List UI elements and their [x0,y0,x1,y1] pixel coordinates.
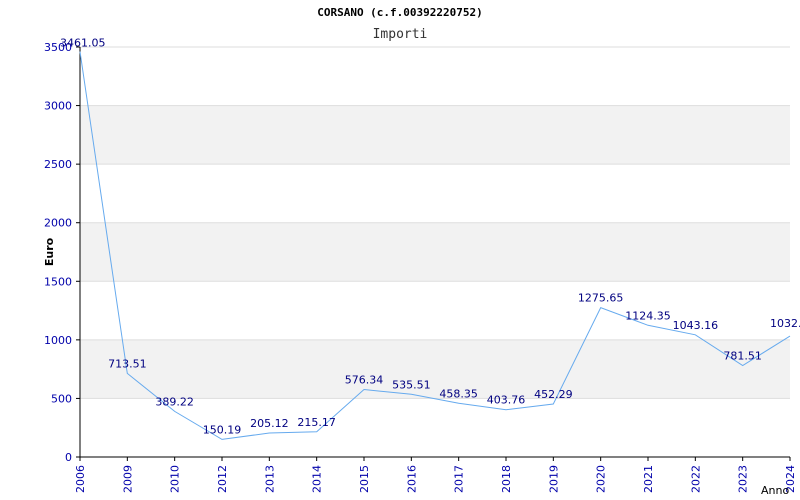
x-tick-label: 2009 [121,465,134,493]
x-tick-labels: 2006 2009 2010 2012 2013 2014 2015 2016 2017 2018… [74,465,797,493]
line-chart: 0500100015002000250030003500 2006 2009 201… [43,6,800,497]
grid-band [80,222,790,282]
data-label: 458.35 [439,387,478,400]
y-tick-label: 1000 [44,334,72,347]
grid-bands [80,105,790,399]
data-label: 150.19 [203,423,242,436]
data-label: 205.12 [250,417,289,430]
data-label: 576.34 [345,373,384,386]
data-label: 1275.65 [578,292,624,305]
data-label: 403.76 [487,394,526,407]
data-label: 781.51 [723,349,762,362]
data-label: 3461.05 [60,37,106,50]
chart-title: CORSANO (c.f.00392220752) [317,6,483,19]
x-tick-label: 2012 [216,465,229,493]
y-tick-label: 1500 [44,275,72,288]
data-label: 389.22 [155,395,194,408]
x-tick-label: 2022 [689,465,702,493]
x-axis-label: Anno [761,484,789,497]
grid-band [80,105,790,165]
y-tick-label: 3000 [44,100,72,113]
x-tick-label: 2014 [311,465,324,493]
y-tick-label: 2000 [44,217,72,230]
x-tick-label: 2013 [263,465,276,493]
data-label: 452.29 [534,388,573,401]
x-tick-label: 2006 [74,465,87,493]
x-tick-label: 2018 [500,465,513,493]
data-label: 215.17 [297,416,336,429]
y-axis-label: Euro [43,237,56,266]
x-tick-label: 2021 [642,465,655,493]
grid-band [80,339,790,399]
y-tick-label: 2500 [44,158,72,171]
x-tick-label: 2010 [169,465,182,493]
y-tick-label: 500 [51,392,72,405]
x-tick-label: 2015 [358,465,371,493]
x-tick-label: 2023 [737,465,750,493]
chart-subtitle: Importi [373,27,428,42]
data-label: 1124.35 [625,309,671,322]
y-tick-label: 0 [65,451,72,464]
data-label: 535.51 [392,378,431,391]
x-tick-label: 2019 [547,465,560,493]
x-tick-label: 2020 [595,465,608,493]
data-label: 713.51 [108,357,147,370]
data-label: 1043.16 [673,319,719,332]
x-tick-label: 2017 [453,465,466,493]
data-label: 1032.2 [770,317,800,330]
x-tick-label: 2016 [405,465,418,493]
